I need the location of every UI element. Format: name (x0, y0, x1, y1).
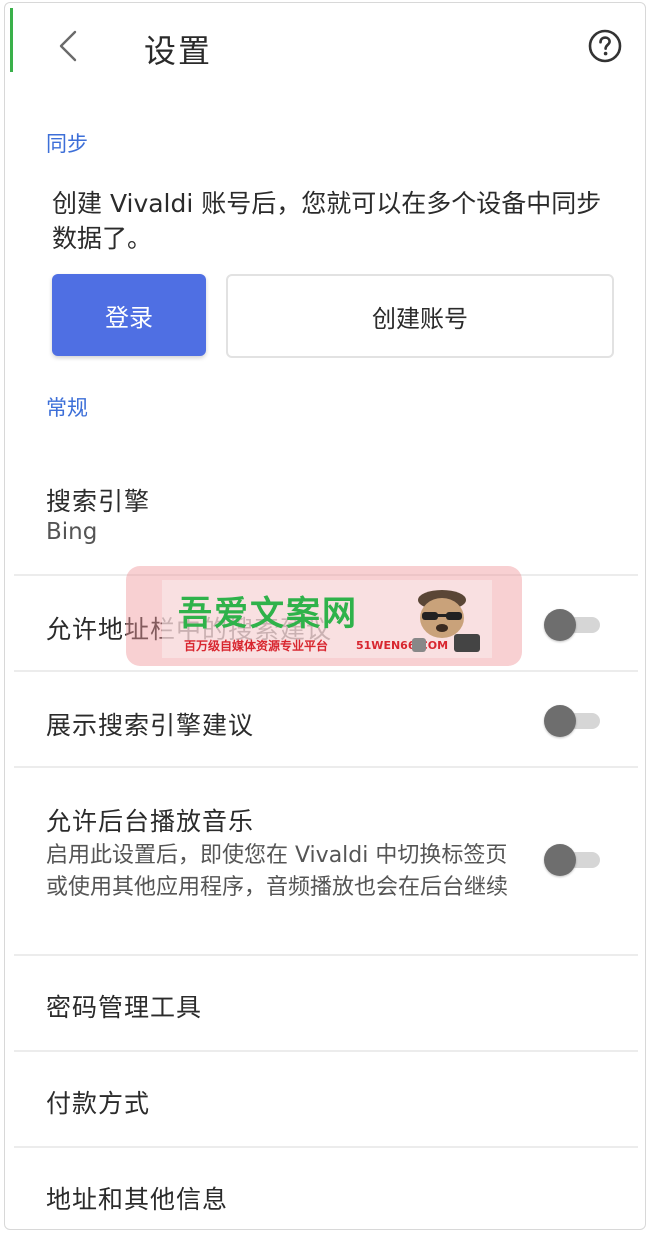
setting-search-engine-suggestions[interactable]: 展示搜索引擎建议 (14, 672, 638, 768)
setting-title: 搜索引擎 (46, 487, 151, 516)
dog-mascot-icon (412, 590, 480, 652)
setting-title: 展示搜索引擎建议 (46, 711, 255, 740)
section-label-general: 常规 (46, 396, 88, 420)
login-button[interactable]: 登录 (52, 274, 206, 356)
setting-title: 地址和其他信息 (46, 1185, 229, 1214)
setting-value: Bing (46, 519, 98, 545)
setting-password-manager[interactable]: 密码管理工具 (14, 956, 638, 1050)
setting-payment-methods[interactable]: 付款方式 (14, 1052, 638, 1146)
setting-title: 付款方式 (46, 1089, 151, 1118)
setting-description: 启用此设置后，即使您在 Vivaldi 中切换标签页或使用其他应用程序，音频播放… (46, 843, 509, 900)
setting-background-audio[interactable]: 允许后台播放音乐 启用此设置后，即使您在 Vivaldi 中切换标签页或使用其他… (14, 768, 638, 954)
toggle-thumb (544, 844, 576, 876)
toggle-thumb (544, 609, 576, 641)
sync-description: 创建 Vivaldi 账号后，您就可以在多个设备中同步数据了。 (52, 189, 602, 253)
help-icon (588, 29, 622, 63)
setting-search-engine[interactable]: 搜索引擎 Bing (14, 470, 638, 574)
help-button[interactable] (587, 28, 623, 64)
create-account-button[interactable]: 创建账号 (226, 274, 614, 358)
section-label-sync: 同步 (46, 132, 88, 156)
search-engine-suggestions-toggle[interactable] (544, 705, 604, 737)
toggle-thumb (544, 705, 576, 737)
background-audio-toggle[interactable] (544, 844, 604, 876)
chevron-left-icon (59, 30, 77, 62)
address-bar-suggestions-toggle[interactable] (544, 609, 604, 641)
page-title: 设置 (144, 32, 213, 70)
setting-addresses[interactable]: 地址和其他信息 (14, 1148, 638, 1228)
back-button[interactable] (50, 26, 86, 66)
edge-accent-bar (10, 8, 13, 72)
setting-title: 允许后台播放音乐 (46, 807, 255, 836)
watermark-title: 吾爱文案网 (178, 594, 358, 634)
setting-title: 密码管理工具 (46, 993, 203, 1022)
watermark-subtitle: 百万级自媒体资源专业平台 (184, 639, 329, 653)
